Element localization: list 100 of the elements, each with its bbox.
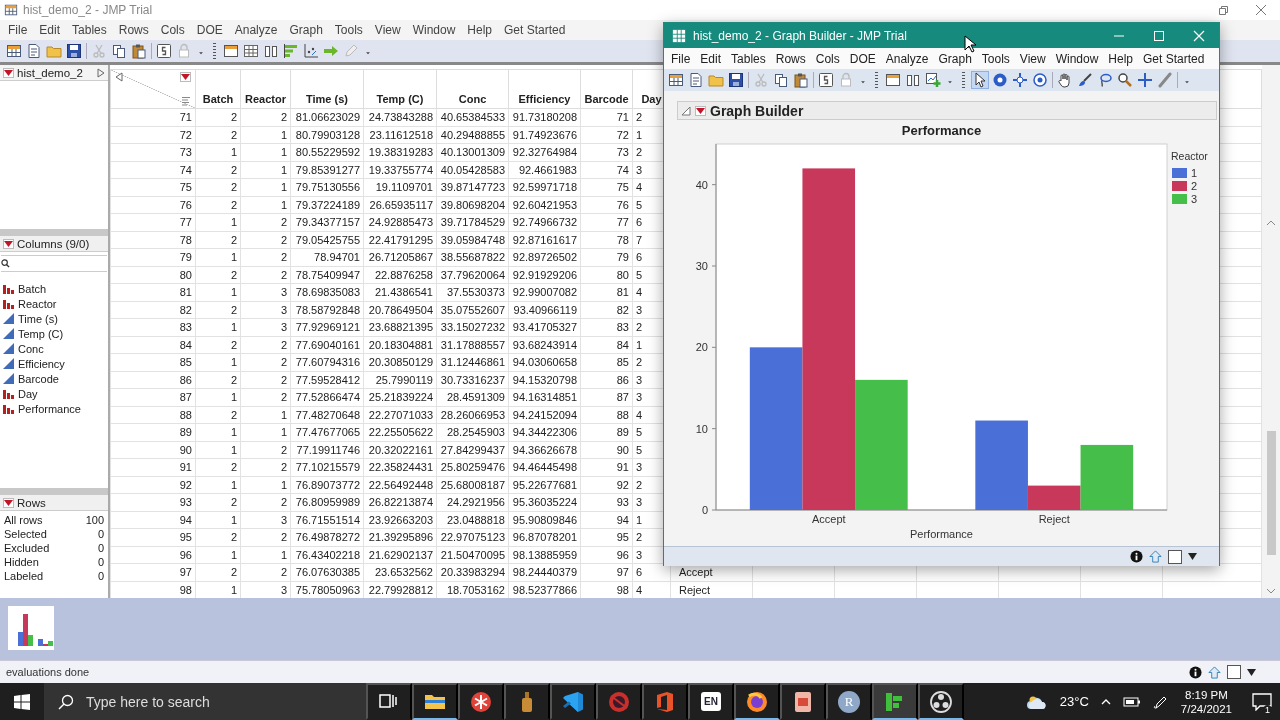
collapse-arrow-icon[interactable]	[115, 72, 123, 82]
window-icon[interactable]	[223, 43, 239, 59]
menu-item[interactable]: Graph	[283, 23, 329, 37]
target-icon[interactable]	[1032, 72, 1048, 88]
caret-icon[interactable]	[1188, 553, 1197, 560]
menu-item[interactable]: DOE	[844, 51, 881, 66]
menu-button[interactable]	[3, 238, 14, 249]
lasso-icon[interactable]	[1097, 72, 1113, 88]
column-name[interactable]: Conc	[18, 342, 44, 355]
taskbar-button[interactable]	[366, 683, 412, 720]
search-field[interactable]	[1, 255, 107, 272]
menu-item[interactable]: Tables	[66, 23, 113, 37]
taskbar-button[interactable]	[504, 683, 550, 720]
chevron-up-icon[interactable]	[1100, 698, 1111, 705]
column-name[interactable]: Performance	[18, 402, 81, 415]
crosshair-icon[interactable]	[1012, 72, 1028, 88]
menu-item[interactable]: Help	[461, 23, 498, 37]
menu-item[interactable]: Cols	[154, 23, 191, 37]
taskbar-button[interactable]	[550, 683, 596, 720]
taskbar-button[interactable]	[412, 683, 458, 720]
menu-item[interactable]: Get Started	[1138, 51, 1210, 66]
menu-button[interactable]	[180, 72, 191, 82]
column-name[interactable]: Time (s)	[18, 312, 58, 325]
pointer-icon[interactable]	[972, 72, 988, 88]
taskbar-button[interactable]	[734, 683, 780, 720]
expand-arrow-icon[interactable]	[97, 67, 105, 78]
taskbar-button[interactable]	[872, 683, 918, 720]
brush-icon[interactable]	[1077, 72, 1093, 88]
save-icon[interactable]	[66, 43, 82, 59]
scroll-up-icon[interactable]	[1266, 220, 1276, 226]
column-header[interactable]: Day	[641, 93, 662, 105]
up-arrow-icon[interactable]	[1149, 550, 1162, 563]
taskbar-button[interactable]	[780, 683, 826, 720]
script-icon[interactable]	[156, 43, 172, 59]
menu-item[interactable]: DOE	[190, 23, 229, 37]
up-arrow-icon[interactable]	[1208, 665, 1221, 679]
collapse-triangle-icon[interactable]	[681, 105, 691, 116]
save-icon[interactable]	[728, 72, 744, 88]
scatter-icon[interactable]	[303, 43, 319, 59]
maximize-icon[interactable]	[1153, 29, 1165, 42]
menu-item[interactable]: Help	[1103, 51, 1138, 66]
caret-icon[interactable]	[1247, 668, 1256, 676]
menu-item[interactable]: Tools	[976, 51, 1015, 66]
column-header[interactable]: Temp (C)	[376, 93, 424, 105]
menu-item[interactable]: File	[666, 51, 696, 66]
menu-item[interactable]: Rows	[770, 51, 811, 66]
taskbar-button[interactable]: EN	[688, 683, 734, 720]
menu-item[interactable]: Edit	[33, 23, 67, 37]
menu-item[interactable]: View	[368, 23, 407, 37]
menu-item[interactable]: Window	[1050, 51, 1104, 66]
clipboard-icon[interactable]	[131, 43, 147, 59]
menu-button[interactable]	[3, 497, 14, 508]
table-icon[interactable]	[6, 43, 22, 59]
copy-icon[interactable]	[773, 72, 789, 88]
menu-item[interactable]: Edit	[695, 51, 727, 66]
menu-item[interactable]: Window	[406, 23, 462, 37]
copy-icon[interactable]	[111, 43, 127, 59]
clock[interactable]: 8:19 PM 7/24/2021	[1180, 688, 1232, 715]
menu-item[interactable]: Graph	[933, 51, 977, 66]
plus-icon[interactable]	[1137, 72, 1153, 88]
menu-item[interactable]: Analyze	[228, 23, 284, 37]
help-icon[interactable]	[992, 72, 1008, 88]
line-icon[interactable]	[1157, 72, 1173, 88]
restore-icon[interactable]	[1217, 4, 1229, 16]
scroll-down-icon[interactable]	[1266, 588, 1276, 594]
column-name[interactable]: Barcode	[18, 372, 59, 385]
document-icon[interactable]	[26, 43, 42, 59]
menu-item[interactable]: Tables	[726, 51, 771, 66]
checkbox-icon[interactable]	[1227, 665, 1241, 679]
menu-item[interactable]: Get Started	[498, 23, 572, 37]
scrollbar-thumb[interactable]	[1266, 431, 1276, 555]
column-name[interactable]: Reactor	[18, 297, 57, 310]
column-name[interactable]: Day	[18, 387, 38, 400]
menu-item[interactable]: Rows	[112, 23, 155, 37]
taskbar-button[interactable]	[458, 683, 504, 720]
clipboard-icon[interactable]	[793, 72, 809, 88]
table-icon[interactable]	[668, 72, 684, 88]
grid-icon[interactable]	[243, 43, 259, 59]
column-header[interactable]: Time (s)	[306, 93, 348, 105]
columns-icon[interactable]	[905, 72, 921, 88]
script-icon[interactable]	[818, 72, 834, 88]
menu-item[interactable]: Cols	[810, 51, 845, 66]
menu-item[interactable]: File	[2, 23, 34, 37]
info-icon[interactable]	[1189, 665, 1202, 679]
battery-icon[interactable]	[1122, 695, 1141, 708]
taskbar-button[interactable]	[918, 683, 964, 720]
window-icon[interactable]	[885, 72, 901, 88]
close-icon[interactable]	[1255, 4, 1267, 16]
bars-icon[interactable]	[283, 43, 299, 59]
menu-button[interactable]	[3, 67, 14, 78]
windows-start-icon[interactable]	[14, 693, 30, 710]
columns-icon[interactable]	[263, 43, 279, 59]
document-icon[interactable]	[688, 72, 704, 88]
magnifier-icon[interactable]	[1117, 72, 1133, 88]
column-name[interactable]: Temp (C)	[18, 327, 64, 340]
hand-icon[interactable]	[1057, 72, 1073, 88]
column-name[interactable]: Batch	[18, 282, 47, 295]
chart-add-icon[interactable]	[925, 72, 941, 88]
search-field[interactable]: Type here to search	[44, 683, 366, 720]
notification-icon[interactable]	[1252, 692, 1272, 711]
